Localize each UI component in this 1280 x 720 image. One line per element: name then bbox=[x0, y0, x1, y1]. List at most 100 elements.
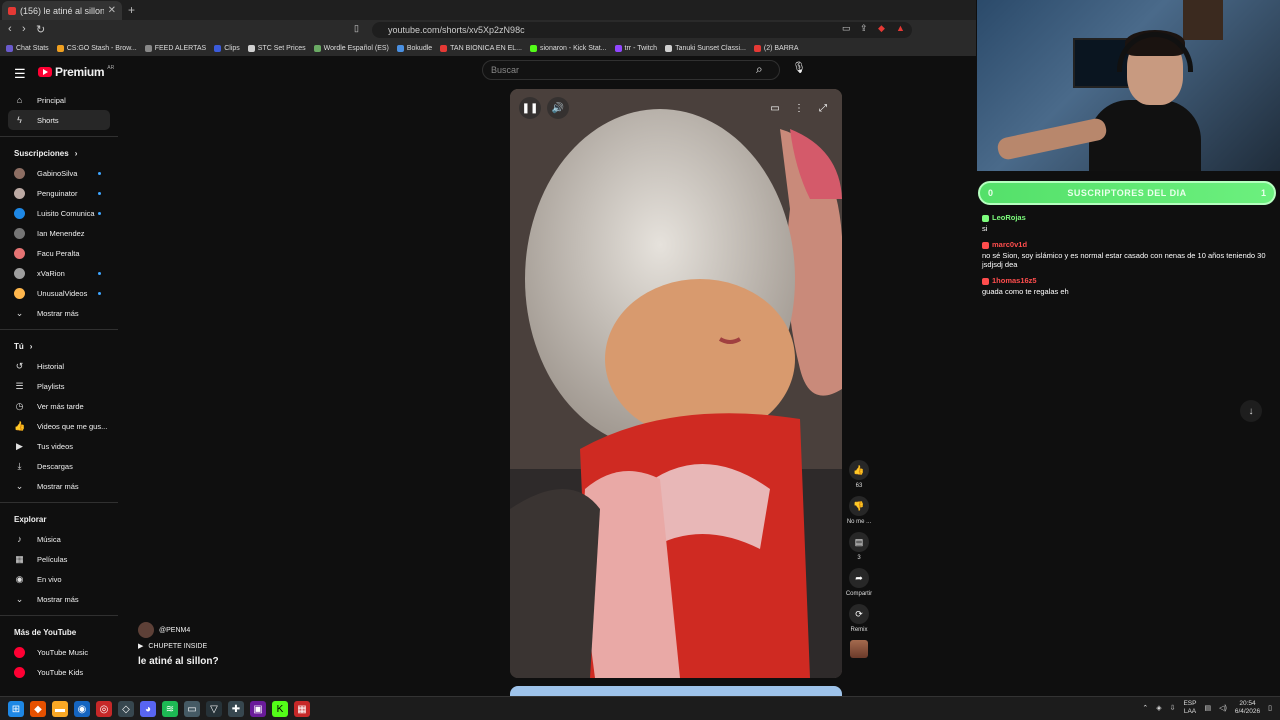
dislike-button[interactable]: 👎 bbox=[849, 496, 869, 516]
menu-icon[interactable]: ☰ bbox=[14, 66, 26, 82]
captions-icon[interactable]: ▭ bbox=[764, 97, 786, 119]
subscription-item[interactable]: Facu Peralta bbox=[0, 243, 118, 263]
bookmark-item[interactable]: Chat Stats bbox=[6, 44, 49, 52]
like-button[interactable]: 👍 bbox=[849, 460, 869, 480]
extension-icon[interactable]: ◆ bbox=[878, 23, 885, 34]
fullscreen-icon[interactable]: ⤢ bbox=[812, 97, 834, 119]
youtube-logo[interactable]: Premium AR bbox=[38, 65, 114, 79]
subscription-item[interactable]: Luisito Comunica bbox=[0, 203, 118, 223]
back-arrow-icon[interactable]: ‹ bbox=[8, 23, 12, 35]
sidebar-item[interactable]: ⌄ Mostrar más bbox=[0, 589, 118, 609]
spotify-icon[interactable]: ≋ bbox=[162, 701, 178, 717]
tray-chevron-icon[interactable]: ⌃ bbox=[1142, 704, 1148, 712]
subscription-item[interactable]: UnusualVideos bbox=[0, 283, 118, 303]
more-options-icon[interactable]: ⋮ bbox=[788, 97, 810, 119]
sidebar-item[interactable]: ◉ En vivo bbox=[0, 569, 118, 589]
discord-icon[interactable]: ◕ bbox=[140, 701, 156, 717]
speaker-icon[interactable]: ◁) bbox=[1219, 704, 1227, 712]
sidebar-section-heading[interactable]: Más de YouTube bbox=[0, 622, 118, 642]
usb-icon[interactable]: ⇩ bbox=[1170, 704, 1176, 712]
scroll-down-icon[interactable]: ↓ bbox=[1240, 400, 1262, 422]
forward-arrow-icon[interactable]: › bbox=[22, 23, 26, 35]
volume-button[interactable]: 🔊 bbox=[547, 97, 569, 119]
wifi-icon[interactable]: ▤ bbox=[1204, 704, 1211, 712]
search-icon[interactable]: ⌕ bbox=[756, 62, 763, 77]
short-video-player[interactable]: ❚❚ 🔊 ▭ ⋮ ⤢ bbox=[510, 89, 842, 678]
alert-icon[interactable]: ▲ bbox=[896, 23, 905, 33]
bookmark-item[interactable]: TAN BIONICA EN EL... bbox=[440, 44, 522, 52]
subs-left-count: 0 bbox=[988, 188, 994, 198]
subscription-item[interactable]: Penguinator bbox=[0, 183, 118, 203]
share-page-icon[interactable]: ⇪ bbox=[860, 23, 868, 34]
subscription-item[interactable]: Ian Menendez bbox=[0, 223, 118, 243]
bookmark-item[interactable]: STC Set Prices bbox=[247, 44, 306, 52]
bookmark-item[interactable]: Tanuki Sunset Classi... bbox=[665, 44, 746, 52]
twitch-icon[interactable]: ▣ bbox=[250, 701, 266, 717]
chrome-icon[interactable]: ◎ bbox=[96, 701, 112, 717]
bookmark-item[interactable]: (2) BARRA bbox=[753, 44, 799, 52]
sidebar-section-heading[interactable]: Explorar bbox=[0, 509, 118, 529]
chat-message: LeoRojas si bbox=[978, 211, 1280, 235]
sidebar-item-label: Historial bbox=[37, 361, 65, 371]
sidebar-item[interactable]: 👍 Videos que me gus... bbox=[0, 416, 118, 436]
channel-name[interactable]: @PENM4 bbox=[159, 627, 190, 634]
sidebar-item[interactable]: YouTube Kids bbox=[0, 662, 118, 682]
youtube-app-icon bbox=[14, 646, 25, 658]
bookmark-item[interactable]: FEED ALERTAS bbox=[144, 44, 206, 52]
remix-button[interactable]: ⟳ bbox=[849, 604, 869, 624]
language-indicator[interactable]: ESP LAA bbox=[1183, 700, 1196, 716]
notifications-icon[interactable]: ▯ bbox=[1268, 704, 1272, 712]
kick-icon[interactable]: K bbox=[272, 701, 288, 717]
sound-name[interactable]: CHUPETE INSIDE bbox=[148, 643, 207, 650]
calendar-icon[interactable]: ▦ bbox=[294, 701, 310, 717]
sound-thumbnail[interactable] bbox=[850, 640, 868, 658]
cast-icon[interactable]: ▭ bbox=[842, 23, 851, 34]
microphone-icon[interactable]: 🎙 bbox=[792, 61, 806, 74]
brave-icon[interactable]: ◆ bbox=[30, 701, 46, 717]
subscription-item[interactable]: xVaRion bbox=[0, 263, 118, 283]
sidebar-item[interactable]: ☰ Playlists bbox=[0, 376, 118, 396]
folder-icon[interactable]: ▬ bbox=[52, 701, 68, 717]
search-input[interactable]: Buscar bbox=[482, 60, 780, 80]
sidebar-item[interactable]: ⤓ Descargas bbox=[0, 456, 118, 476]
subscription-item[interactable]: GabinoSilva bbox=[0, 163, 118, 183]
bookmark-item[interactable]: sionaron - Kick Stat... bbox=[530, 44, 607, 52]
bookmark-item[interactable]: CS:GO Stash - Brow... bbox=[56, 44, 137, 52]
monitor-icon[interactable]: ▭ bbox=[184, 701, 200, 717]
browser-tab-active[interactable]: (156) le atiné al sillon? - YouTube ✕ bbox=[2, 1, 122, 20]
bookmark-item[interactable]: Wordle Español (ES) bbox=[313, 44, 389, 52]
vpn-icon[interactable]: ▽ bbox=[206, 701, 222, 717]
next-short-preview[interactable] bbox=[510, 686, 842, 696]
share-button[interactable]: ➦ bbox=[849, 568, 869, 588]
clock[interactable]: 20:54 6/4/2026 bbox=[1235, 700, 1260, 716]
sidebar-item[interactable]: ▦ Películas bbox=[0, 549, 118, 569]
bookmark-icon[interactable]: ▯ bbox=[354, 23, 359, 34]
channel-avatar[interactable] bbox=[138, 622, 154, 638]
bookmark-item[interactable]: Clips bbox=[214, 44, 240, 52]
sidebar-item[interactable]: ⌂ Principal bbox=[0, 90, 118, 110]
start-icon[interactable]: ⊞ bbox=[8, 701, 24, 717]
sidebar-item[interactable]: YouTube Music bbox=[0, 642, 118, 662]
sidebar-item[interactable]: ⌄ Mostrar más bbox=[0, 476, 118, 496]
network-icon[interactable]: ◈ bbox=[1156, 704, 1161, 712]
tab-close-button[interactable]: ✕ bbox=[108, 5, 116, 16]
gamepad-icon[interactable]: ✚ bbox=[228, 701, 244, 717]
url-field[interactable]: youtube.com/shorts/xv5Xp2zN98c bbox=[372, 22, 912, 38]
steam-icon[interactable]: ◉ bbox=[74, 701, 90, 717]
sidebar-item-label: Videos que me gus... bbox=[37, 421, 108, 431]
sidebar-section-heading[interactable]: Suscripciones › bbox=[0, 143, 118, 163]
comments-button[interactable]: ▤ bbox=[849, 532, 869, 552]
bookmark-item[interactable]: Bokudle bbox=[396, 44, 432, 52]
sidebar-item[interactable]: ϟ Shorts bbox=[8, 110, 110, 130]
app-icon[interactable]: ◇ bbox=[118, 701, 134, 717]
new-tab-button[interactable]: + bbox=[128, 3, 135, 17]
sidebar-item[interactable]: ♪ Música bbox=[0, 529, 118, 549]
sidebar-item[interactable]: ◷ Ver más tarde bbox=[0, 396, 118, 416]
bookmark-item[interactable]: trr - Twitch bbox=[614, 44, 657, 52]
pause-button[interactable]: ❚❚ bbox=[519, 97, 541, 119]
sidebar-section-heading[interactable]: Tú › bbox=[0, 336, 118, 356]
sidebar-item[interactable]: ▶ Tus videos bbox=[0, 436, 118, 456]
sidebar-item[interactable]: ⌄ Mostrar más bbox=[0, 303, 118, 323]
reload-icon[interactable]: ↻ bbox=[36, 23, 45, 36]
sidebar-item[interactable]: ↺ Historial bbox=[0, 356, 118, 376]
